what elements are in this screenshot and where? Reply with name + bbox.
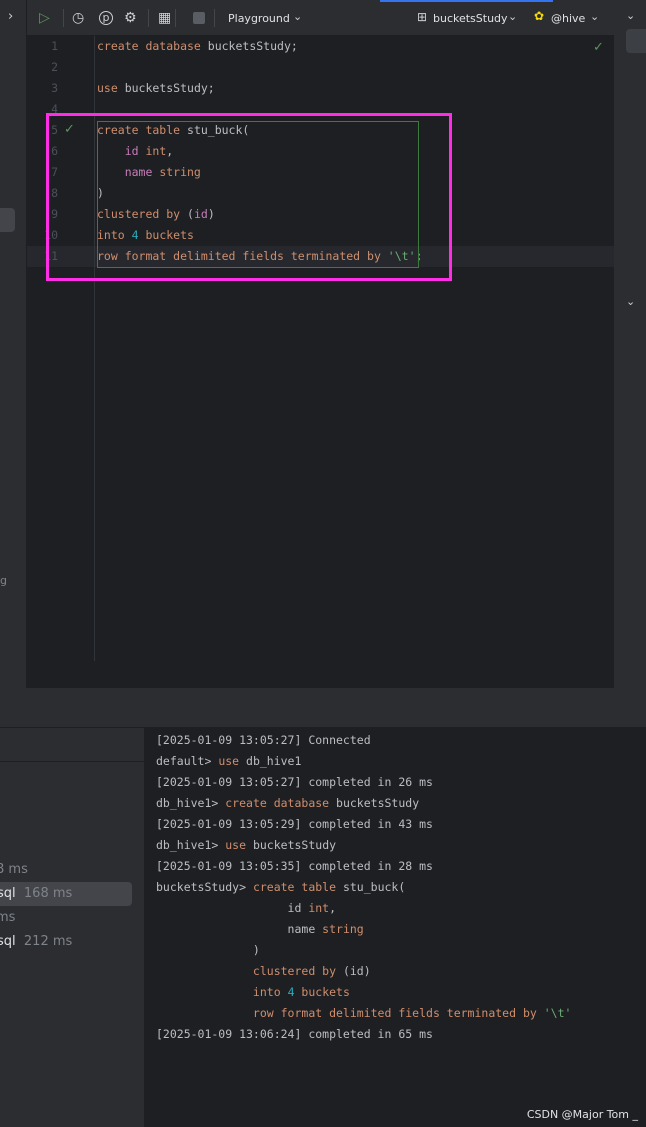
code-token: ,: [329, 901, 337, 915]
chevron-down-icon[interactable]: ⌄: [293, 10, 302, 23]
sidebar-selected-item[interactable]: [0, 208, 15, 232]
code-token: [2025-01-09 13:05:35] completed in 28 ms: [156, 859, 433, 873]
console-line: [2025-01-09 13:05:35] completed in 28 ms: [156, 856, 433, 877]
chevron-down-icon[interactable]: ⌄: [626, 9, 635, 22]
code-token: db_hive1>: [156, 838, 226, 852]
active-tab-indicator: [380, 0, 553, 2]
service-time: 8 ms: [0, 862, 28, 877]
line-code: create database bucketsStudy;: [97, 36, 298, 57]
code-token: stu_buck(: [342, 880, 406, 894]
scrollbar-thumb[interactable]: [626, 29, 646, 53]
p-circle-icon[interactable]: p: [99, 11, 113, 25]
code-token: (id): [342, 964, 371, 978]
services-tree: [0, 728, 144, 1127]
service-item[interactable]: ms: [0, 906, 15, 930]
console-line: default> use db_hive1: [156, 751, 301, 772]
editor-line[interactable]: 2: [27, 57, 614, 78]
console-line: clustered by (id): [156, 961, 371, 982]
code-token: string: [322, 922, 364, 936]
service-time: ms: [0, 910, 16, 925]
service-item[interactable]: 8 ms: [0, 858, 28, 882]
chevron-down-icon[interactable]: ⌄: [626, 295, 635, 308]
code-token: ): [156, 943, 260, 957]
console-output[interactable]: [2025-01-09 13:05:27] Connected default> …: [144, 728, 646, 1127]
play-icon[interactable]: ▷: [39, 9, 50, 27]
console-line: [2025-01-09 13:06:24] completed in 65 ms: [156, 1024, 433, 1045]
console-line: [2025-01-09 13:05:27] Connected: [156, 730, 371, 751]
code-token: default>: [156, 754, 219, 768]
line-number: 1: [51, 39, 58, 53]
line-code: use bucketsStudy;: [97, 78, 215, 99]
service-item[interactable]: sql 212 ms: [0, 930, 72, 954]
code-token: use: [97, 81, 125, 95]
code-token: bucketsStudy: [252, 838, 337, 852]
code-token: into: [156, 985, 288, 999]
code-token: db_hive1: [246, 754, 302, 768]
code-token: create database: [225, 796, 337, 810]
left-tool-strip: › g: [0, 0, 27, 688]
code-token: id: [156, 901, 309, 915]
console-line: id int,: [156, 898, 337, 919]
code-token: int: [308, 901, 330, 915]
mode-dropdown[interactable]: Playground: [228, 12, 290, 25]
chevron-down-icon[interactable]: ⌄: [590, 10, 599, 23]
gear-icon[interactable]: ⚙: [124, 9, 137, 27]
annotation-box: [46, 113, 452, 281]
check-icon: ✓: [593, 40, 604, 55]
services-panel-header: [0, 688, 646, 728]
code-token: [2025-01-09 13:06:24] completed in 65 ms: [156, 1027, 433, 1041]
service-time: 212 ms: [23, 934, 73, 949]
code-token: create database: [97, 39, 208, 53]
right-tool-strip: ⌄ ⌄: [614, 0, 646, 688]
watermark: CSDN @Major Tom _: [526, 1108, 638, 1121]
code-token: '\t': [543, 1006, 572, 1020]
editor-line[interactable]: 3 use bucketsStudy;: [27, 78, 614, 99]
service-name: sql: [0, 886, 16, 901]
sidebar-text: g: [0, 574, 7, 587]
code-token: bucketsStudy: [336, 796, 420, 810]
code-token: [2025-01-09 13:05:27] Connected: [156, 733, 371, 747]
console-line: ): [156, 940, 260, 961]
code-token: bucketsStudy>: [156, 880, 253, 894]
code-token: [2025-01-09 13:05:29] completed in 43 ms: [156, 817, 433, 831]
editor-toolbar: ▷ ◷ p ⚙ ▦ Playground ⌄ ⊞ bucketsStudy ⌄ …: [27, 0, 614, 36]
chevron-down-icon[interactable]: ⌄: [508, 10, 517, 23]
console-line: into 4 buckets: [156, 982, 350, 1003]
code-token: db_hive1>: [156, 796, 226, 810]
code-token: bucketsStudy;: [124, 81, 215, 95]
code-token: [2025-01-09 13:05:27] completed in 26 ms: [156, 775, 433, 789]
code-token: bucketsStudy;: [207, 39, 298, 53]
service-name: sql: [0, 934, 16, 949]
code-token: create table: [252, 880, 343, 894]
console-line: [2025-01-09 13:05:29] completed in 43 ms: [156, 814, 433, 835]
stop-icon[interactable]: [193, 12, 205, 24]
console-line: db_hive1> create database bucketsStudy: [156, 793, 419, 814]
console-line: name string: [156, 919, 364, 940]
editor-line[interactable]: 1 create database bucketsStudy;: [27, 36, 614, 57]
line-number: 2: [51, 60, 58, 74]
console-line: [2025-01-09 13:05:27] completed in 26 ms: [156, 772, 433, 793]
console-line: row format delimited fields terminated b…: [156, 1003, 572, 1024]
hive-icon: ✿: [534, 9, 545, 23]
service-time: 168 ms: [23, 886, 73, 901]
service-item[interactable]: sql 168 ms: [0, 882, 132, 906]
chevron-right-icon[interactable]: ›: [8, 9, 13, 24]
table-icon[interactable]: ▦: [158, 9, 171, 27]
code-token: 4: [287, 985, 295, 999]
code-token: clustered by: [156, 964, 343, 978]
schema-icon: ⊞: [417, 10, 428, 24]
services-toolbar: [0, 728, 144, 762]
line-number: 3: [51, 81, 58, 95]
console-line: db_hive1> use bucketsStudy: [156, 835, 336, 856]
code-token: row format delimited fields terminated b…: [156, 1006, 544, 1020]
code-token: use: [218, 754, 247, 768]
code-token: use: [225, 838, 253, 852]
console-line: bucketsStudy> create table stu_buck(: [156, 877, 405, 898]
clock-icon[interactable]: ◷: [72, 9, 84, 27]
datasource-dropdown[interactable]: @hive: [551, 12, 585, 25]
code-token: buckets: [294, 985, 350, 999]
schema-dropdown[interactable]: bucketsStudy: [433, 12, 508, 25]
code-token: name: [156, 922, 323, 936]
